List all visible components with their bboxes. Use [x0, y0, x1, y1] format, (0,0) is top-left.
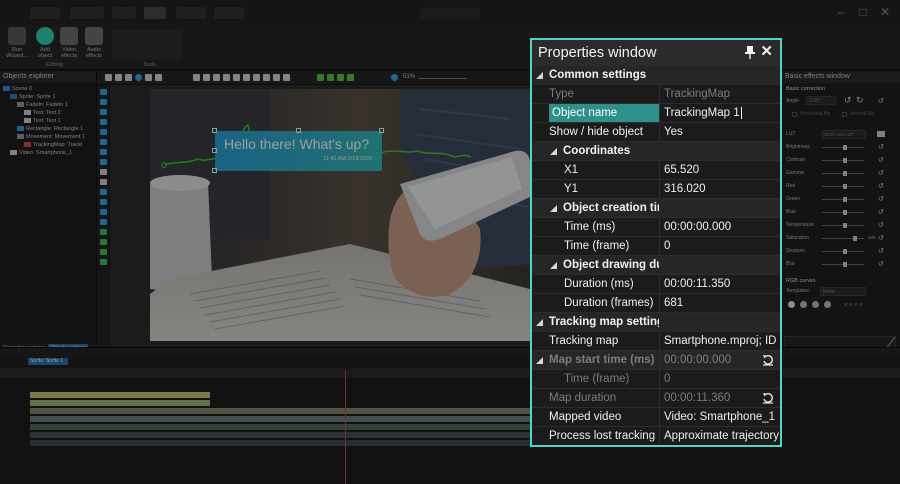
property-value[interactable]: 0: [659, 237, 780, 255]
property-section[interactable]: Common settings: [532, 66, 780, 85]
property-value-text: Smartphone.mproj; ID: [664, 335, 777, 347]
text-caret: [740, 106, 742, 119]
property-key: Process lost tracking: [549, 430, 656, 442]
property-key: Duration (ms): [564, 278, 634, 290]
property-key: Object creation time: [563, 202, 659, 214]
property-value[interactable]: Smartphone.mproj; ID: [659, 332, 780, 350]
property-value-text: 00:00:00.000: [664, 221, 732, 233]
collapse-arrow-icon[interactable]: [550, 205, 557, 212]
property-key: Tracking map settings: [549, 316, 659, 328]
property-section[interactable]: Tracking map settings: [532, 313, 780, 332]
property-value: TrackingMap: [659, 85, 780, 103]
property-key: Map duration: [549, 392, 617, 404]
property-key: Common settings: [549, 69, 647, 81]
property-key: Tracking map: [549, 335, 619, 347]
property-key: Object name: [549, 104, 659, 122]
reset-icon[interactable]: [762, 354, 774, 366]
property-key: Time (frame): [564, 240, 630, 252]
property-value-text: 0: [664, 373, 671, 385]
object-name-input[interactable]: TrackingMap 1: [659, 104, 780, 122]
property-row[interactable]: Object name TrackingMap 1: [532, 104, 780, 123]
collapse-arrow-icon[interactable]: [550, 148, 557, 155]
property-row[interactable]: Tracking map Smartphone.mproj; ID: [532, 332, 780, 351]
property-value-text: 65.520: [664, 164, 700, 176]
property-value[interactable]: Yes: [659, 123, 780, 141]
property-key: Mapped video: [549, 411, 622, 423]
property-value[interactable]: Video: Smartphone_1: [659, 408, 780, 426]
property-key: Duration (frames): [564, 297, 654, 309]
properties-title: Properties window: [538, 45, 657, 61]
property-grid: Common settings Type TrackingMap Object nam…: [532, 66, 780, 445]
property-value: 0: [659, 370, 780, 388]
property-value[interactable]: 00:00:11.350: [659, 275, 780, 293]
property-key: Coordinates: [563, 145, 631, 157]
property-row[interactable]: Time (frame) 0: [532, 370, 780, 389]
property-key: Object drawing duration: [563, 259, 659, 271]
property-value[interactable]: Approximate trajectory: [659, 427, 780, 445]
property-value-text: 00:00:00.000: [664, 354, 732, 366]
property-key: Map start time (ms): [549, 354, 655, 366]
property-row[interactable]: X1 65.520: [532, 161, 780, 180]
property-section[interactable]: Coordinates: [532, 142, 780, 161]
property-value-text: 0: [664, 240, 671, 252]
property-row[interactable]: Type TrackingMap: [532, 85, 780, 104]
property-section[interactable]: Object drawing duration: [532, 256, 780, 275]
property-key: X1: [564, 164, 579, 176]
close-icon[interactable]: ✕: [760, 44, 773, 60]
property-value-text: Video: Smartphone_1: [664, 411, 776, 423]
property-row[interactable]: Mapped video Video: Smartphone_1: [532, 408, 780, 427]
pin-icon[interactable]: [744, 45, 756, 60]
property-row[interactable]: Duration (frames) 681: [532, 294, 780, 313]
property-key: Time (frame): [564, 373, 630, 385]
property-value-text: Approximate trajectory: [664, 430, 780, 442]
property-value[interactable]: 65.520: [659, 161, 780, 179]
property-value-text: TrackingMap 1: [664, 107, 740, 119]
property-row[interactable]: Duration (ms) 00:00:11.350: [532, 275, 780, 294]
property-key: Show / hide object: [549, 126, 643, 138]
property-value-text: 00:00:11.350: [664, 278, 731, 290]
properties-window: Properties window ✕ Common settings Type T…: [530, 38, 782, 447]
property-row[interactable]: Map duration 00:00:11.360: [532, 389, 780, 408]
collapse-arrow-icon[interactable]: [536, 319, 543, 326]
property-value-text: TrackingMap: [664, 88, 731, 100]
property-section[interactable]: Object creation time: [532, 199, 780, 218]
property-row[interactable]: Time (frame) 0: [532, 237, 780, 256]
collapse-arrow-icon[interactable]: [550, 262, 557, 269]
property-key: Time (ms): [564, 221, 616, 233]
property-row[interactable]: Show / hide object Yes: [532, 123, 780, 142]
property-value-text: 681: [664, 297, 684, 309]
property-section[interactable]: Map start time (ms) 00:00:00.000: [532, 351, 780, 370]
property-value[interactable]: 00:00:00.000: [659, 218, 780, 236]
property-key: Type: [549, 88, 574, 100]
property-key: Y1: [564, 183, 579, 195]
property-value-text: 00:00:11.360: [664, 392, 731, 404]
collapse-arrow-icon[interactable]: [536, 72, 543, 79]
property-row[interactable]: Process lost tracking Approximate traject…: [532, 427, 780, 445]
properties-header: Properties window ✕: [532, 40, 780, 66]
collapse-arrow-icon[interactable]: [536, 357, 543, 364]
property-value-text: 316.020: [664, 183, 706, 195]
property-value[interactable]: 316.020: [659, 180, 780, 198]
reset-icon[interactable]: [762, 392, 774, 404]
property-row[interactable]: Y1 316.020: [532, 180, 780, 199]
property-value[interactable]: 681: [659, 294, 780, 312]
property-row[interactable]: Time (ms) 00:00:00.000: [532, 218, 780, 237]
property-value-text: Yes: [664, 126, 683, 138]
